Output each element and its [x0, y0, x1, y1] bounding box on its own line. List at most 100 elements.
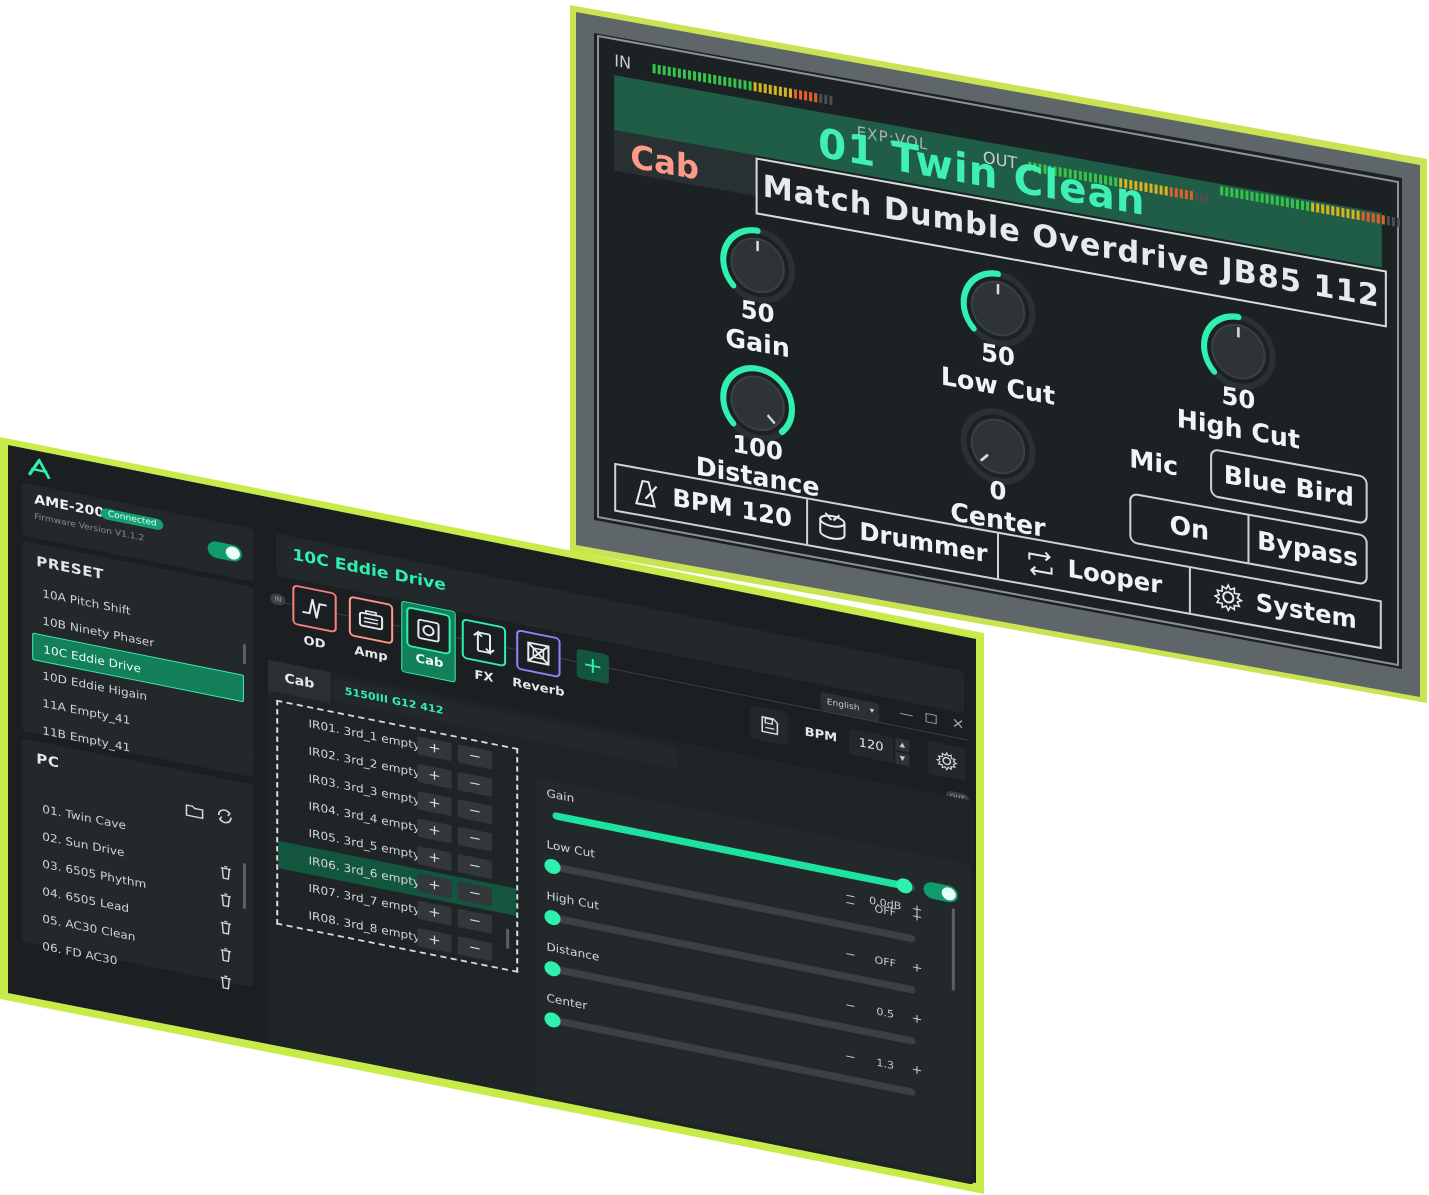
param-slider-thumb[interactable]	[544, 908, 561, 927]
param-decrement-button[interactable]: −	[845, 896, 856, 912]
meter-segment	[662, 65, 666, 76]
chain-block-fx[interactable]: FX	[461, 618, 512, 689]
param-increment-button[interactable]: +	[911, 1011, 922, 1027]
param-value[interactable]: 1.3	[861, 1053, 909, 1075]
refresh-icon[interactable]	[216, 807, 234, 829]
param-value[interactable]: 0.5	[861, 1002, 909, 1024]
chain-block-amp[interactable]: Amp	[348, 595, 399, 667]
meter-segment	[723, 76, 727, 87]
trash-icon[interactable]	[220, 865, 232, 881]
bpm-down-button[interactable]: ▼	[895, 751, 910, 767]
folder-icon[interactable]	[185, 802, 204, 823]
chain-block-reverb[interactable]: Reverb	[512, 629, 566, 700]
ir-add-button[interactable]: +	[417, 845, 452, 871]
meter-segment	[1361, 211, 1365, 222]
trash-icon[interactable]	[220, 919, 232, 935]
param-decrement-button[interactable]: −	[845, 1049, 856, 1065]
ir-add-button[interactable]: +	[417, 763, 452, 789]
meter-segment	[1235, 188, 1239, 199]
save-icon	[761, 715, 779, 736]
ir-remove-button[interactable]: −	[457, 908, 492, 934]
meter-segment	[667, 66, 671, 77]
meter-segment	[1351, 209, 1355, 220]
ir-remove-button[interactable]: −	[457, 936, 492, 962]
param-slider-thumb[interactable]	[544, 857, 561, 876]
ir-remove-button[interactable]: −	[457, 771, 492, 797]
meter-segment	[1159, 185, 1163, 195]
params-scrollbar[interactable]	[951, 908, 955, 991]
amp-block-label: Amp	[354, 644, 388, 665]
meter-segment	[1295, 199, 1299, 210]
close-icon[interactable]: ✕	[952, 715, 965, 734]
fx-block-icon-frame[interactable]	[461, 618, 507, 668]
restore-icon[interactable]	[925, 712, 937, 725]
param-increment-button[interactable]: +	[911, 909, 922, 925]
trash-icon[interactable]	[220, 974, 232, 990]
bpm-input[interactable]: 120	[848, 728, 894, 764]
param-decrement-button[interactable]: −	[845, 947, 856, 963]
ir-remove-button[interactable]: −	[457, 744, 492, 770]
meter-segment	[703, 72, 707, 83]
meter-segment	[1169, 187, 1173, 197]
meter-segment	[1376, 214, 1380, 224]
meter-segment	[1396, 217, 1400, 228]
bpm-up-button[interactable]: ▲	[895, 737, 910, 753]
chain-block-od[interactable]: OD	[292, 584, 342, 655]
ir-add-button[interactable]: +	[417, 790, 452, 817]
meter-segment	[1381, 214, 1385, 225]
language-select[interactable]: English ▾	[820, 691, 880, 722]
looper-label: Looper	[1067, 554, 1163, 600]
reverb-block-icon-frame[interactable]	[516, 629, 561, 679]
meter-segment	[1311, 202, 1315, 212]
ir-remove-button[interactable]: −	[457, 881, 492, 907]
meter-segment	[748, 81, 752, 91]
ir-remove-button[interactable]: −	[457, 799, 492, 825]
param-slider-thumb[interactable]	[544, 959, 561, 978]
trash-icon[interactable]	[220, 892, 232, 908]
language-value: English	[826, 697, 860, 714]
meter-segment	[1179, 188, 1183, 199]
save-button[interactable]	[750, 705, 789, 746]
meter-segment	[1194, 191, 1198, 202]
meter-segment	[698, 71, 702, 82]
on-option[interactable]: On	[1131, 495, 1247, 563]
param-increment-button[interactable]: +	[911, 1063, 922, 1079]
meter-segment	[1346, 208, 1350, 219]
bypass-option[interactable]: Bypass	[1247, 515, 1366, 584]
param-increment-button[interactable]: +	[911, 960, 922, 976]
meter-segment	[773, 85, 777, 96]
chevron-down-icon: ▾	[869, 706, 875, 717]
settings-button[interactable]	[927, 740, 966, 782]
gear-icon	[935, 751, 958, 771]
ir-add-button[interactable]: +	[417, 927, 452, 954]
ir-add-button[interactable]: +	[417, 873, 452, 899]
chain-block-cab[interactable]: Cab	[401, 600, 456, 683]
preset-scrollbar[interactable]	[242, 643, 246, 665]
param-slider-thumb[interactable]	[544, 1011, 561, 1029]
ir-add-button[interactable]: +	[417, 818, 452, 844]
pc-scrollbar[interactable]	[242, 862, 246, 910]
ir-remove-button[interactable]: −	[457, 853, 492, 880]
meter-segment	[1164, 186, 1168, 196]
meter-segment	[1301, 200, 1305, 211]
minimize-icon[interactable]: —	[899, 706, 913, 723]
amp-block-icon-frame[interactable]	[348, 595, 394, 645]
ir-remove-button[interactable]: −	[457, 826, 492, 852]
waveform-icon	[302, 598, 327, 619]
cab-block-icon-frame[interactable]	[406, 606, 451, 656]
meter-segment	[829, 95, 833, 106]
meter-segment	[687, 70, 691, 80]
logo-icon	[27, 457, 51, 480]
param-decrement-button[interactable]: −	[845, 998, 856, 1014]
ir-list-scrollbar[interactable]	[506, 928, 510, 950]
param-value[interactable]: OFF	[861, 951, 909, 973]
param-value[interactable]: OFF	[861, 900, 909, 922]
ir-add-button[interactable]: +	[417, 900, 452, 926]
trash-icon[interactable]	[220, 947, 232, 963]
od-block-icon-frame[interactable]	[292, 584, 337, 634]
ir-add-button[interactable]: +	[417, 736, 452, 762]
param-slider-thumb[interactable]	[896, 876, 913, 895]
meter-segment	[738, 79, 742, 89]
add-block-button[interactable]: +	[576, 648, 609, 685]
meter-segment	[1290, 198, 1294, 209]
